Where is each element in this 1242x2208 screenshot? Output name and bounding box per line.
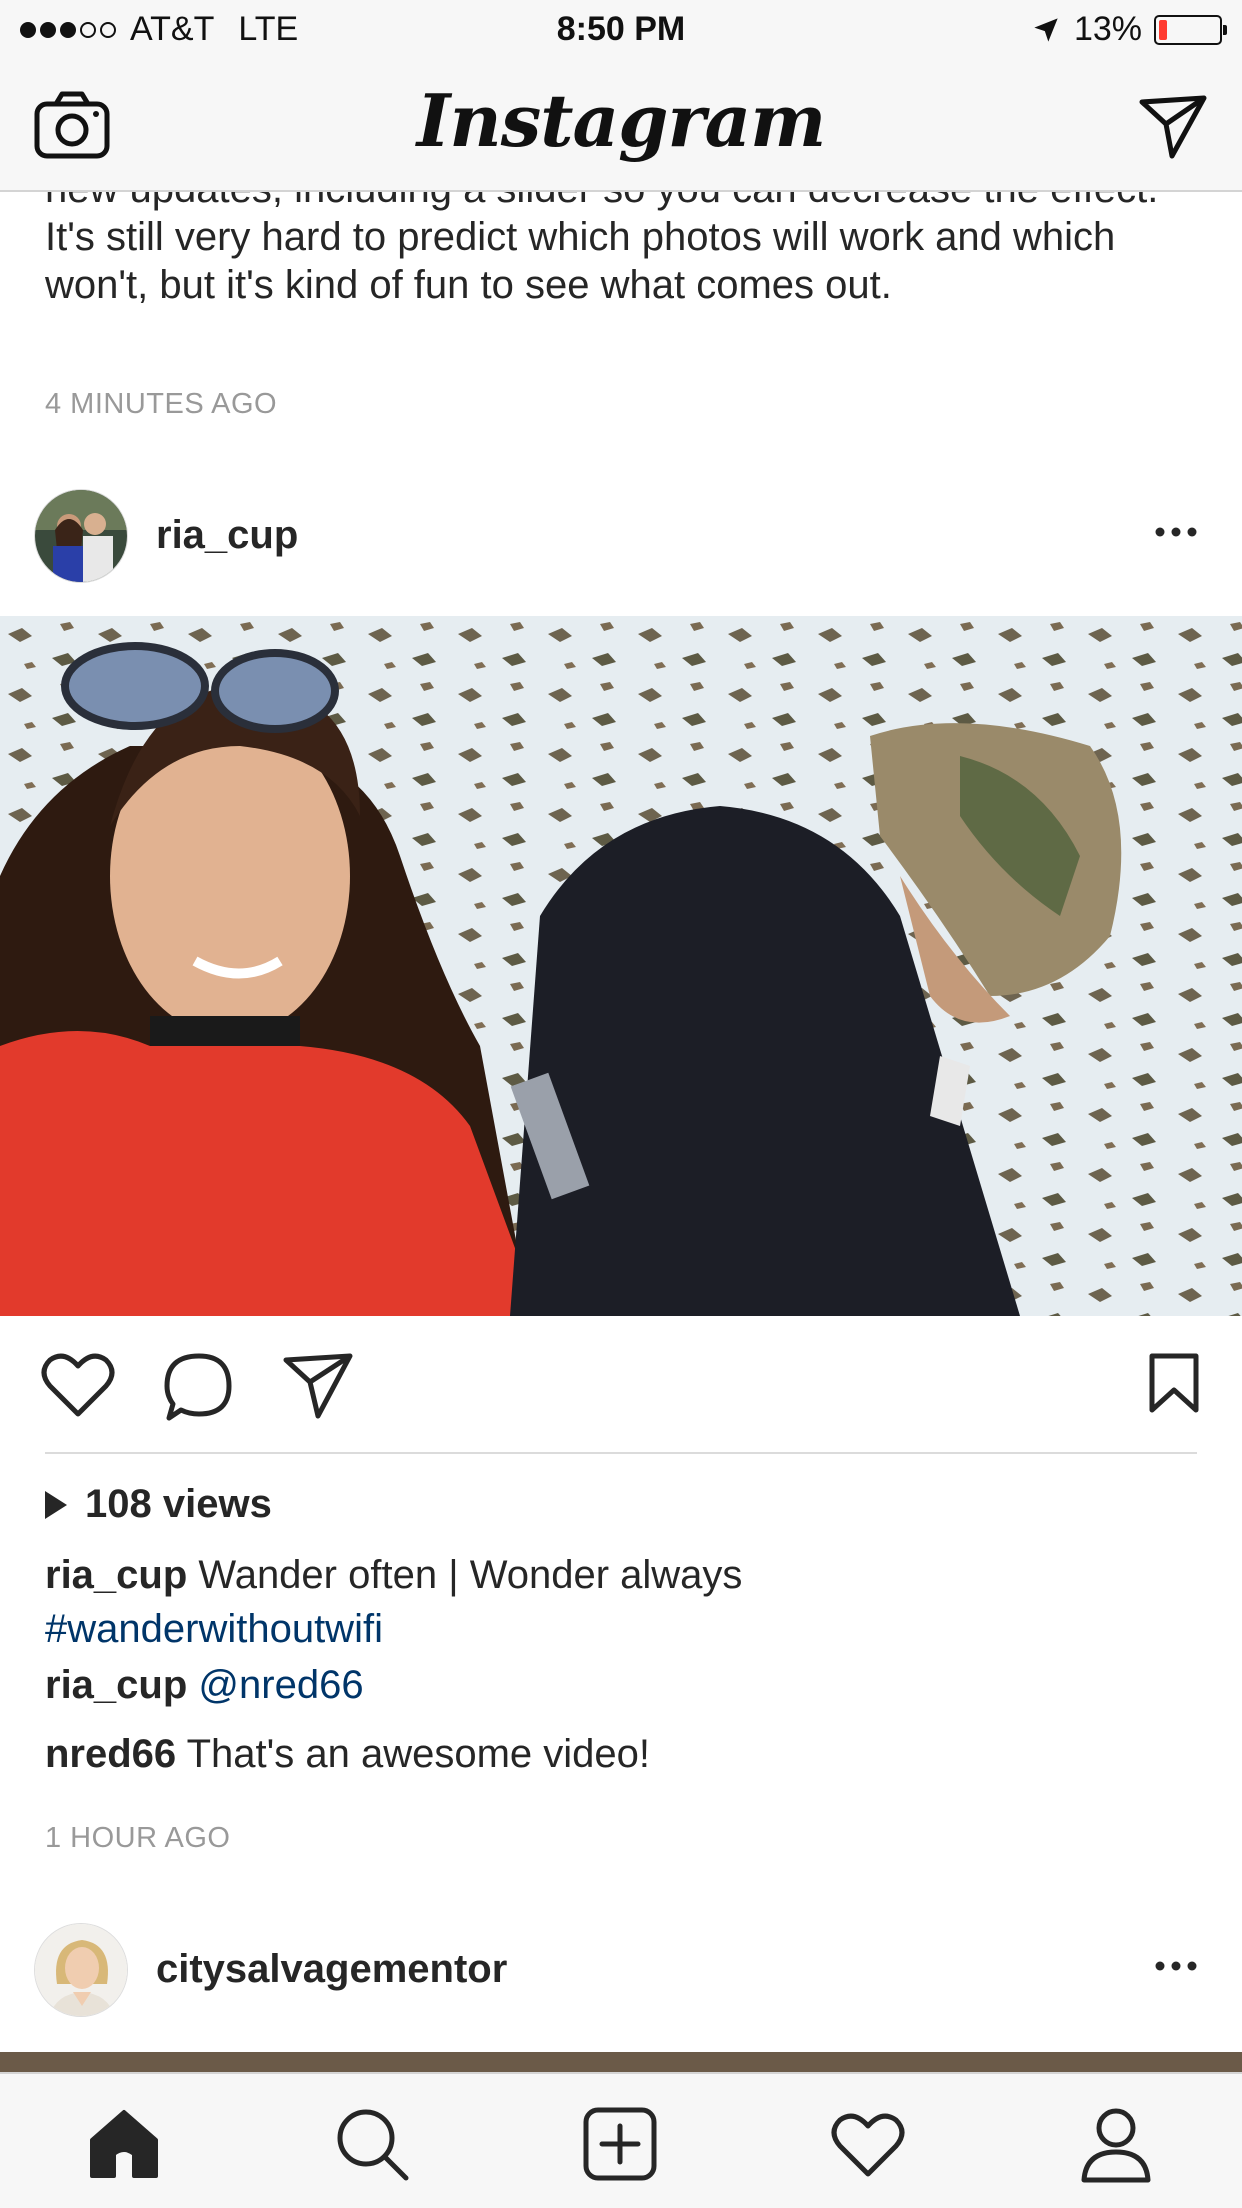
comment-row: nred66 That's an awesome video!: [45, 1727, 1205, 1781]
next-post-image[interactable]: [0, 2052, 1242, 2072]
play-icon: [45, 1490, 67, 1519]
post-header: ria_cup: [0, 486, 1242, 586]
post-video[interactable]: [0, 616, 1242, 1316]
post-username[interactable]: ria_cup: [156, 513, 298, 558]
post-video-image: [0, 616, 1242, 1316]
comment-icon[interactable]: [163, 1352, 235, 1424]
search-icon[interactable]: [332, 2104, 412, 2184]
location-arrow-icon: [1034, 17, 1058, 42]
heart-icon[interactable]: [828, 2104, 908, 2184]
add-icon[interactable]: [580, 2104, 660, 2184]
battery-icon: [1154, 14, 1227, 45]
more-options-icon[interactable]: [1154, 520, 1198, 544]
caption-text: Wander often | Wonder always: [198, 1553, 743, 1597]
share-icon[interactable]: [282, 1352, 354, 1420]
comment-username[interactable]: ria_cup: [45, 1663, 187, 1707]
direct-message-icon[interactable]: [1138, 94, 1208, 160]
comment-username[interactable]: nred66: [45, 1732, 176, 1776]
profile-icon[interactable]: [1076, 2104, 1156, 2184]
views-count[interactable]: 108 views: [45, 1482, 272, 1527]
next-post-username[interactable]: citysalvagementor: [156, 1947, 507, 1992]
more-options-icon[interactable]: [1154, 1954, 1198, 1978]
top-nav-bar: Instagram: [0, 60, 1242, 192]
previous-post-timestamp: 4 MINUTES AGO: [45, 388, 278, 420]
bottom-tab-bar: [0, 2072, 1242, 2208]
battery-fill: [1159, 19, 1167, 40]
post-actions: [0, 1316, 1242, 1446]
caption-username[interactable]: ria_cup: [45, 1553, 187, 1597]
status-right: 13%: [1032, 10, 1227, 49]
previous-post-caption: new updates, including a slider so you c…: [45, 192, 1158, 307]
post-timestamp: 1 HOUR AGO: [45, 1822, 231, 1854]
caption-hashtag[interactable]: #wanderwithoutwifi: [45, 1607, 383, 1651]
next-post-header: citysalvagementor: [0, 1920, 1242, 2020]
comment-text: That's an awesome video!: [186, 1732, 650, 1776]
views-label: 108 views: [85, 1482, 272, 1526]
home-icon[interactable]: [84, 2104, 164, 2184]
instagram-logo[interactable]: Instagram: [0, 78, 1242, 163]
comment-mention[interactable]: @nred66: [198, 1663, 363, 1707]
divider: [45, 1452, 1197, 1454]
battery-percent: 13%: [1073, 10, 1142, 48]
like-heart-icon[interactable]: [40, 1352, 116, 1420]
avatar[interactable]: [34, 489, 128, 583]
comment-row: ria_cup @nred66: [45, 1658, 1205, 1712]
avatar[interactable]: [34, 1923, 128, 2017]
post-caption: ria_cup Wander often | Wonder always #wa…: [45, 1548, 1205, 1656]
bookmark-icon[interactable]: [1148, 1352, 1200, 1414]
status-bar: AT&T LTE 8:50 PM 13%: [0, 0, 1242, 60]
feed[interactable]: new updates, including a slider so you c…: [0, 192, 1242, 2072]
